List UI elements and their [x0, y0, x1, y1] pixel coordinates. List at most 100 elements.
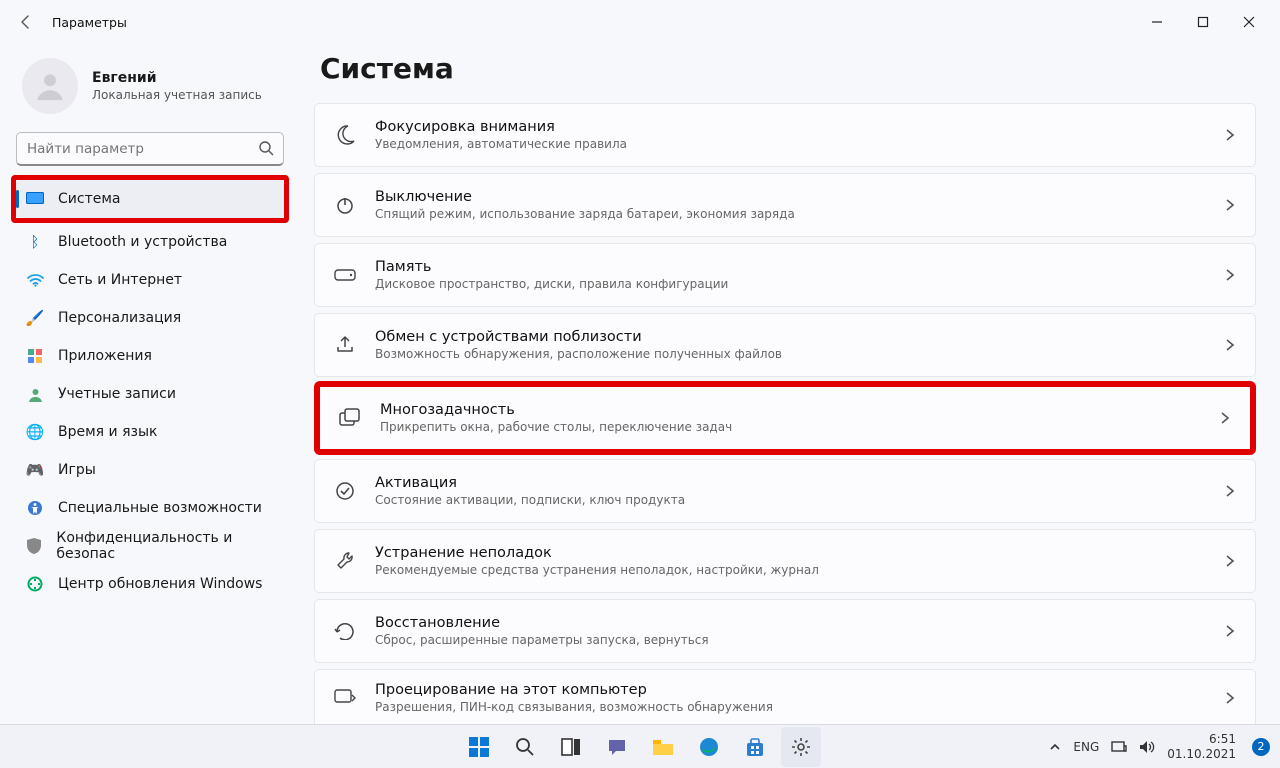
minimize-button[interactable] — [1134, 6, 1180, 38]
titlebar: Параметры — [0, 0, 1280, 44]
back-button[interactable] — [8, 4, 44, 40]
chevron-right-icon — [1223, 554, 1237, 568]
card-recovery[interactable]: ВосстановлениеСброс, расширенные парамет… — [314, 599, 1256, 663]
profile-block[interactable]: Евгений Локальная учетная запись — [16, 58, 284, 114]
taskbar: ENG 6:51 01.10.2021 2 — [0, 724, 1280, 768]
card-title: Память — [375, 259, 1223, 275]
profile-name: Евгений — [92, 70, 262, 86]
card-title: Фокусировка внимания — [375, 119, 1223, 135]
storage-icon — [315, 269, 375, 281]
nav-label: Центр обновления Windows — [58, 576, 262, 592]
search-input[interactable] — [16, 132, 284, 166]
window-controls — [1134, 6, 1272, 38]
nav-item-update[interactable]: Центр обновления Windows — [16, 565, 284, 603]
card-title: Проецирование на этот компьютер — [375, 682, 1223, 698]
wrench-icon — [315, 551, 375, 571]
nav-label: Система — [58, 191, 120, 207]
bluetooth-icon: ᛒ — [26, 233, 44, 251]
card-multitasking[interactable]: МногозадачностьПрикрепить окна, рабочие … — [320, 387, 1250, 449]
nav-label: Сеть и Интернет — [58, 272, 182, 288]
card-title: Обмен с устройствами поблизости — [375, 329, 1223, 345]
card-sub: Дисковое пространство, диски, правила ко… — [375, 277, 1223, 291]
network-icon[interactable] — [1111, 740, 1127, 754]
nav-label: Персонализация — [58, 310, 181, 326]
settings-button[interactable] — [781, 727, 821, 767]
chevron-right-icon — [1223, 338, 1237, 352]
card-storage[interactable]: Память Дисковое пространство, диски, прав… — [314, 243, 1256, 307]
nav-label: Bluetooth и устройства — [58, 234, 227, 250]
notification-badge[interactable]: 2 — [1252, 738, 1270, 756]
chat-button[interactable] — [597, 727, 637, 767]
card-sub: Рекомендуемые средства устранения непола… — [375, 563, 1223, 577]
search-icon — [258, 140, 274, 156]
nav-label: Специальные возможности — [58, 500, 262, 516]
card-projecting[interactable]: Проецирование на этот компьютерРазрешени… — [314, 669, 1256, 724]
nav-item-privacy[interactable]: Конфиденциальность и безопас — [16, 527, 284, 565]
card-troubleshoot[interactable]: Устранение неполадок Рекомендуемые средст… — [314, 529, 1256, 593]
card-title: Устранение неполадок — [375, 545, 1223, 561]
explorer-button[interactable] — [643, 727, 683, 767]
chevron-right-icon — [1223, 128, 1237, 142]
edge-button[interactable] — [689, 727, 729, 767]
taskbar-center — [459, 727, 821, 767]
card-activation[interactable]: АктивацияСостояние активации, подписки, … — [314, 459, 1256, 523]
shield-icon — [26, 538, 42, 554]
moon-icon — [315, 124, 375, 146]
card-sub: Состояние активации, подписки, ключ прод… — [375, 493, 1223, 507]
person-icon — [26, 387, 44, 402]
card-focus[interactable]: Фокусировка внимания Уведомления, автомат… — [314, 103, 1256, 167]
search-box[interactable] — [16, 132, 284, 166]
system-tray[interactable]: ENG 6:51 01.10.2021 2 — [1049, 732, 1280, 762]
settings-list: Фокусировка внимания Уведомления, автомат… — [314, 103, 1256, 724]
gamepad-icon: 🎮 — [26, 461, 44, 479]
card-sub: Возможность обнаружения, расположение по… — [375, 347, 1223, 361]
share-icon — [315, 335, 375, 355]
card-power[interactable]: Выключение Спящий режим, использование за… — [314, 173, 1256, 237]
nav-item-network[interactable]: Сеть и Интернет — [16, 261, 284, 299]
nav-item-accessibility[interactable]: Специальные возможности — [16, 489, 284, 527]
chevron-right-icon — [1223, 484, 1237, 498]
card-title: Многозадачность — [380, 402, 1218, 418]
nav-item-gaming[interactable]: 🎮 Игры — [16, 451, 284, 489]
nav-item-accounts[interactable]: Учетные записи — [16, 375, 284, 413]
nav-item-system[interactable]: Система — [16, 180, 284, 218]
nav-label: Игры — [58, 462, 96, 478]
card-sub: Уведомления, автоматические правила — [375, 137, 1223, 151]
taskbar-search[interactable] — [505, 727, 545, 767]
card-nearby[interactable]: Обмен с устройствами поблизости Возможнос… — [314, 313, 1256, 377]
nav-item-time[interactable]: 🌐 Время и язык — [16, 413, 284, 451]
multitask-icon — [320, 408, 380, 428]
volume-icon[interactable] — [1139, 740, 1155, 754]
task-view-button[interactable] — [551, 727, 591, 767]
nav-item-bluetooth[interactable]: ᛒ Bluetooth и устройства — [16, 223, 284, 261]
project-icon — [315, 689, 375, 707]
highlight-system-nav: Система — [11, 175, 289, 223]
wifi-icon — [26, 273, 44, 287]
tray-clock[interactable]: 6:51 01.10.2021 — [1167, 732, 1236, 762]
card-sub: Сброс, расширенные параметры запуска, ве… — [375, 633, 1223, 647]
sidebar: Евгений Локальная учетная запись Система… — [0, 44, 300, 724]
store-button[interactable] — [735, 727, 775, 767]
highlight-multitasking-card: МногозадачностьПрикрепить окна, рабочие … — [314, 381, 1256, 455]
recovery-icon — [315, 622, 375, 640]
avatar — [22, 58, 78, 114]
close-button[interactable] — [1226, 6, 1272, 38]
profile-sub: Локальная учетная запись — [92, 88, 262, 102]
nav-item-personalization[interactable]: 🖌️ Персонализация — [16, 299, 284, 337]
nav-item-apps[interactable]: Приложения — [16, 337, 284, 375]
tray-time: 6:51 — [1167, 732, 1236, 747]
chevron-right-icon — [1223, 198, 1237, 212]
start-button[interactable] — [459, 727, 499, 767]
chevron-right-icon — [1223, 268, 1237, 282]
tray-chevron-icon[interactable] — [1049, 741, 1061, 753]
chevron-right-icon — [1223, 691, 1237, 705]
display-icon — [26, 192, 44, 206]
accessibility-icon — [26, 500, 44, 516]
tray-lang[interactable]: ENG — [1073, 740, 1099, 754]
card-sub: Спящий режим, использование заряда батар… — [375, 207, 1223, 221]
maximize-button[interactable] — [1180, 6, 1226, 38]
card-title: Выключение — [375, 189, 1223, 205]
chevron-right-icon — [1218, 411, 1232, 425]
nav-label: Конфиденциальность и безопас — [56, 530, 274, 562]
update-icon — [26, 576, 44, 592]
